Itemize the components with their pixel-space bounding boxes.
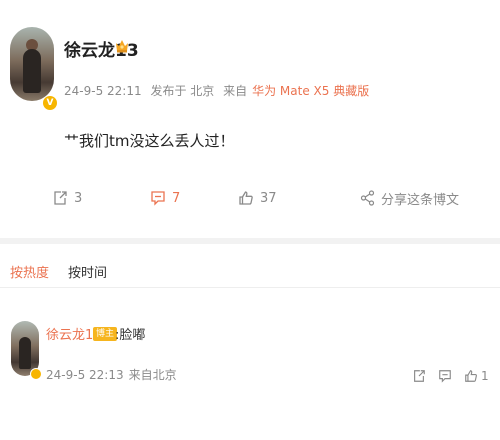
comment-icon: [151, 191, 165, 206]
post-source-prefix: 来自: [223, 84, 248, 98]
comment-meta: 24-9-5 22:13 来自北京: [46, 366, 182, 383]
post-location: 发布于 北京: [150, 84, 215, 98]
comment-count: 7: [172, 190, 181, 206]
author-tag-badge: 博主: [93, 327, 118, 341]
comment-time: 24-9-5 22:13: [46, 368, 124, 382]
share-button[interactable]: 分享这条博文: [360, 187, 459, 209]
share-icon: [360, 190, 375, 206]
sort-tab-hot[interactable]: 按热度: [10, 262, 49, 281]
post-device[interactable]: 华为 Mate X5 典藏版: [252, 84, 369, 98]
sort-divider: [0, 287, 500, 288]
post-time[interactable]: 24-9-5 22:11: [64, 84, 142, 98]
sort-tab-time[interactable]: 按时间: [68, 262, 107, 281]
comment-icon: [439, 370, 451, 383]
repost-icon: [54, 191, 67, 205]
comment-reply-button[interactable]: [438, 366, 452, 386]
post-meta: 24-9-5 22:11 发布于 北京 来自 华为 Mate X5 典藏版: [64, 82, 374, 99]
like-button[interactable]: 37: [238, 187, 277, 209]
like-count: 37: [260, 190, 277, 206]
comment-like-button[interactable]: 1: [464, 366, 489, 386]
avatar-figure: [23, 49, 41, 93]
thumbs-up-icon: [465, 370, 477, 382]
comment-repost-button[interactable]: [412, 366, 426, 386]
crown-icon: [116, 40, 128, 53]
comment-like-count: 1: [481, 369, 489, 383]
comment-location: 来自北京: [128, 368, 177, 382]
repost-button[interactable]: 3: [52, 187, 82, 209]
comment-button[interactable]: 7: [150, 187, 180, 209]
thumbs-up-icon: [239, 191, 253, 205]
verified-v-icon: [30, 368, 42, 380]
share-label: 分享这条博文: [381, 192, 460, 208]
repost-count: 3: [74, 190, 83, 206]
post-author-avatar[interactable]: [10, 27, 54, 101]
comment-text: :脸嘟: [115, 328, 146, 343]
section-divider: [0, 238, 500, 244]
repost-icon: [414, 370, 425, 382]
avatar-figure: [19, 337, 31, 369]
verified-v-icon: V: [42, 95, 58, 111]
post-text: 艹我们tm没这么丢人过！: [64, 132, 235, 150]
